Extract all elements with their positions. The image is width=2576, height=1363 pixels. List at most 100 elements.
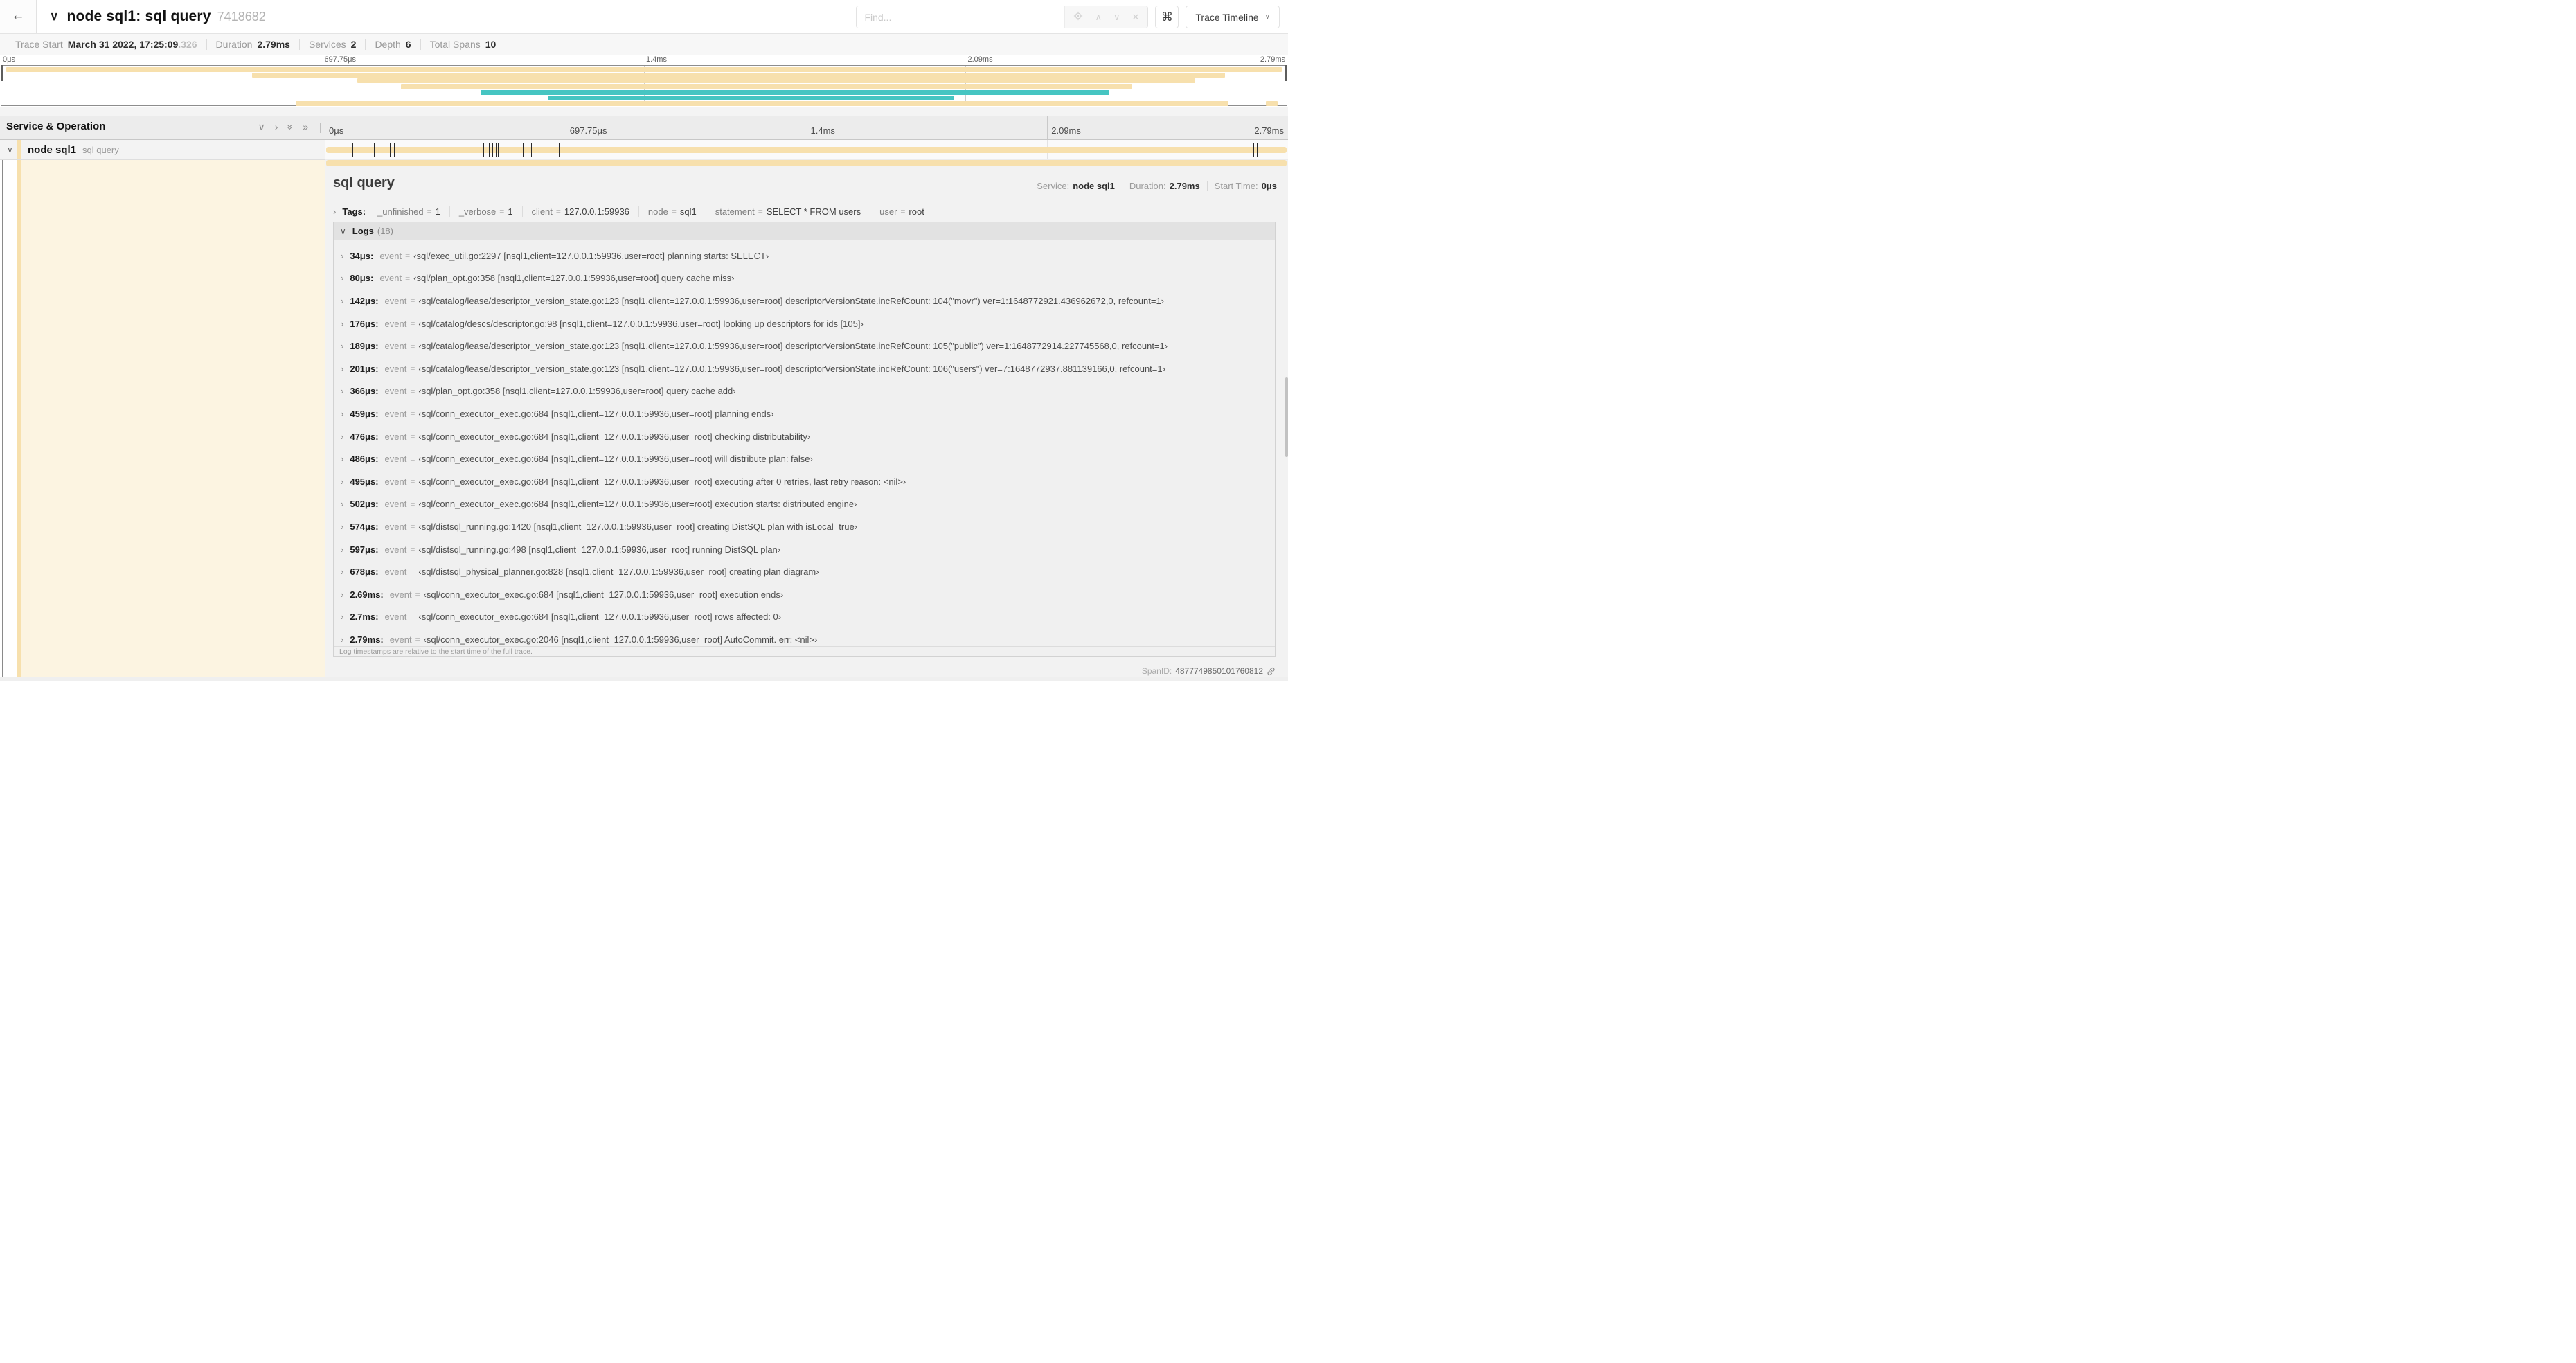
find-prev-icon[interactable]: ∧ — [1095, 12, 1102, 23]
collapse-all-icon[interactable]: » — [285, 125, 296, 130]
span-row-text: node sql1 sql query — [28, 140, 119, 159]
log-marker-tick[interactable] — [492, 143, 494, 157]
tag-item[interactable]: _unfinished = 1 — [368, 206, 449, 217]
log-row[interactable]: › 2.69ms: event = ‹sql/conn_executor_exec.go… — [338, 583, 1275, 606]
equals-sign: = — [410, 296, 415, 306]
log-expand-chevron-icon[interactable]: › — [341, 341, 343, 351]
collapse-one-icon[interactable]: ∨ — [258, 121, 265, 133]
log-expand-chevron-icon[interactable]: › — [341, 431, 343, 442]
span-collapse-chevron-icon[interactable]: ∨ — [7, 145, 13, 154]
log-row[interactable]: › 495μs: event = ‹sql/conn_executor_exec.go:… — [338, 470, 1275, 493]
tag-item[interactable]: statement = SELECT * FROM users — [705, 206, 870, 217]
copy-link-icon[interactable] — [1267, 667, 1276, 676]
log-marker-tick[interactable] — [390, 143, 391, 157]
log-row[interactable]: › 476μs: event = ‹sql/conn_executor_exec.go:… — [338, 425, 1275, 448]
log-marker-tick[interactable] — [483, 143, 484, 157]
log-row[interactable]: › 189μs: event = ‹sql/catalog/lease/descript… — [338, 335, 1275, 357]
timeline-minimap: 0μs 697.75μs 1.4ms 2.09ms 2.79ms — [0, 55, 1288, 107]
view-select[interactable]: Trace Timeline ∨ — [1186, 6, 1280, 28]
log-marker-tick[interactable] — [530, 143, 532, 157]
operation-name: sql query — [82, 144, 119, 155]
expand-all-icon[interactable]: » — [303, 121, 308, 133]
log-row[interactable]: › 366μs: event = ‹sql/plan_opt.go:358 [nsql1… — [338, 380, 1275, 403]
viewport-left-handle[interactable] — [1, 65, 3, 81]
log-expand-chevron-icon[interactable]: › — [341, 273, 343, 283]
log-row[interactable]: › 486μs: event = ‹sql/conn_executor_exec.go:… — [338, 447, 1275, 470]
log-expand-chevron-icon[interactable]: › — [341, 612, 343, 622]
expand-one-icon[interactable]: › — [275, 121, 278, 133]
tag-item[interactable]: user = root — [870, 206, 933, 217]
column-resize-handle[interactable] — [316, 123, 321, 133]
tag-value: 1 — [508, 206, 513, 217]
tag-key: statement — [715, 206, 755, 217]
log-expand-chevron-icon[interactable]: › — [341, 634, 343, 645]
log-row[interactable]: › 142μs: event = ‹sql/catalog/lease/descript… — [338, 289, 1275, 312]
log-expand-chevron-icon[interactable]: › — [341, 499, 343, 509]
log-event-label: event — [384, 295, 407, 306]
log-marker-tick[interactable] — [373, 143, 375, 157]
log-event-value: ‹sql/conn_executor_exec.go:684 [nsql1,cl… — [418, 499, 857, 510]
trace-collapse-chevron-icon[interactable]: ∨ — [50, 10, 58, 24]
log-expand-chevron-icon[interactable]: › — [341, 364, 343, 374]
log-marker-tick[interactable] — [394, 143, 395, 157]
log-marker-tick[interactable] — [352, 143, 353, 157]
tag-item[interactable]: _verbose = 1 — [449, 206, 522, 217]
span-duration-bar[interactable] — [326, 147, 1287, 153]
log-expand-chevron-icon[interactable]: › — [341, 319, 343, 329]
find-next-icon[interactable]: ∨ — [1113, 12, 1120, 23]
log-row[interactable]: › 80μs: event = ‹sql/plan_opt.go:358 [nsql1,… — [338, 267, 1275, 290]
span-row-label[interactable]: ∨ node sql1 sql query — [0, 140, 325, 160]
log-expand-chevron-icon[interactable]: › — [341, 567, 343, 577]
keyboard-shortcuts-button[interactable]: ⌘ — [1155, 6, 1179, 28]
log-row[interactable]: › 176μs: event = ‹sql/catalog/descs/descript… — [338, 312, 1275, 335]
log-expand-chevron-icon[interactable]: › — [341, 522, 343, 532]
minimap-span-bar — [401, 84, 1133, 89]
tag-item[interactable]: node = sql1 — [638, 206, 706, 217]
log-marker-tick[interactable] — [495, 143, 497, 157]
log-timestamp: 495μs: — [350, 476, 379, 487]
log-expand-chevron-icon[interactable]: › — [341, 251, 343, 261]
log-row[interactable]: › 502μs: event = ‹sql/conn_executor_exec.go:… — [338, 493, 1275, 516]
logs-box: ∨ Logs (18) › 34μs: event = ‹sql/exec_util.g… — [333, 222, 1276, 657]
log-event-label: event — [389, 634, 412, 645]
minimap-canvas[interactable] — [1, 65, 1287, 107]
log-marker-tick[interactable] — [559, 143, 560, 157]
find-input[interactable] — [857, 6, 1065, 28]
log-marker-tick[interactable] — [1253, 143, 1255, 157]
log-row[interactable]: › 678μs: event = ‹sql/distsql_physical_plann… — [338, 560, 1275, 583]
log-marker-tick[interactable] — [498, 143, 499, 157]
viewport-right-handle[interactable] — [1285, 65, 1287, 81]
logs-header[interactable]: ∨ Logs (18) — [334, 222, 1275, 240]
log-row[interactable]: › 459μs: event = ‹sql/conn_executor_exec.go:… — [338, 402, 1275, 425]
back-button[interactable]: ← — [0, 0, 37, 33]
log-row[interactable]: › 2.79ms: event = ‹sql/conn_executor_exec.go… — [338, 628, 1275, 646]
find-clear-icon[interactable]: ✕ — [1132, 12, 1139, 23]
log-row[interactable]: › 34μs: event = ‹sql/exec_util.go:2297 [nsql… — [338, 244, 1275, 267]
vertical-scrollbar-thumb[interactable] — [1285, 377, 1288, 457]
locate-span-icon[interactable] — [1073, 11, 1083, 23]
log-timestamp: 2.79ms: — [350, 634, 384, 645]
log-timestamp: 597μs: — [350, 544, 379, 555]
log-expand-chevron-icon[interactable]: › — [341, 476, 343, 487]
tags-row[interactable]: › Tags: _unfinished = 1 _verbose = 1 client = 12… — [333, 204, 1277, 219]
log-row[interactable]: › 2.7ms: event = ‹sql/conn_executor_exec.go:… — [338, 606, 1275, 629]
log-expand-chevron-icon[interactable]: › — [341, 296, 343, 306]
log-marker-tick[interactable] — [489, 143, 490, 157]
tags-expand-chevron-icon[interactable]: › — [333, 206, 336, 217]
log-expand-chevron-icon[interactable]: › — [341, 386, 343, 396]
tag-item[interactable]: client = 127.0.0.1:59936 — [521, 206, 638, 217]
tag-key: node — [647, 206, 668, 217]
log-row[interactable]: › 597μs: event = ‹sql/distsql_running.go:498… — [338, 538, 1275, 561]
log-expand-chevron-icon[interactable]: › — [341, 454, 343, 464]
span-id-row: SpanID: 4877749850101760812 — [1142, 666, 1276, 676]
log-expand-chevron-icon[interactable]: › — [341, 409, 343, 419]
equals-sign: = — [410, 612, 415, 622]
log-marker-tick[interactable] — [523, 143, 524, 157]
log-event-value: ‹sql/plan_opt.go:358 [nsql1,client=127.0… — [413, 273, 735, 284]
log-row[interactable]: › 574μs: event = ‹sql/distsql_running.go:142… — [338, 515, 1275, 538]
log-expand-chevron-icon[interactable]: › — [341, 544, 343, 555]
log-row[interactable]: › 201μs: event = ‹sql/catalog/lease/descript… — [338, 357, 1275, 380]
log-expand-chevron-icon[interactable]: › — [341, 589, 343, 600]
logs-collapse-chevron-icon[interactable]: ∨ — [340, 226, 346, 236]
log-marker-tick[interactable] — [1257, 143, 1258, 157]
